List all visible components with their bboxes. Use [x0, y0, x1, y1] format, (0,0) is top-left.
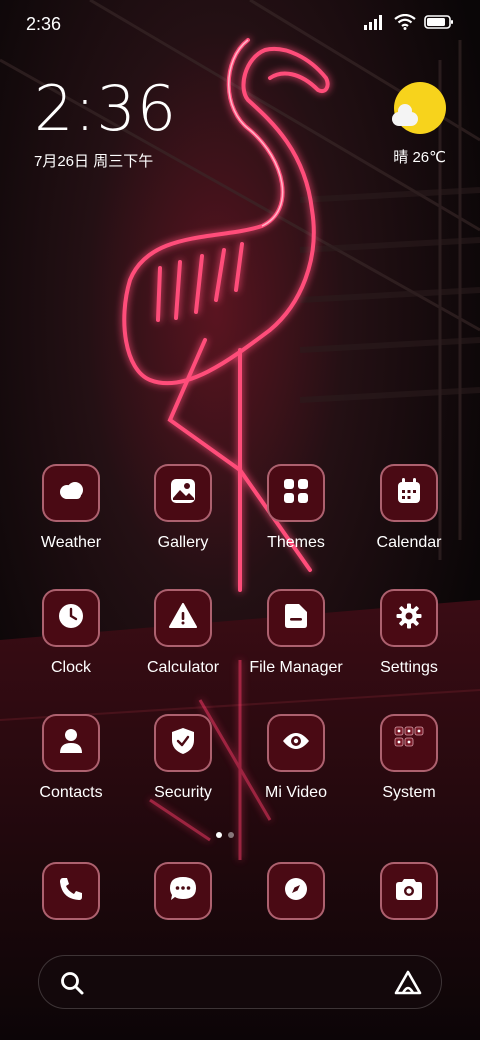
status-icons: [364, 13, 454, 35]
app-mi-video[interactable]: Mi Video: [240, 714, 352, 802]
app-tile[interactable]: [267, 862, 325, 920]
app-tile[interactable]: [380, 862, 438, 920]
page-dot[interactable]: [228, 832, 234, 838]
person-icon: [59, 728, 83, 759]
app-weather[interactable]: Weather: [15, 464, 127, 552]
app-tile[interactable]: [42, 464, 100, 522]
search-icon[interactable]: [59, 970, 85, 1001]
app-system-folder[interactable]: System: [353, 714, 465, 802]
page-indicator[interactable]: [216, 832, 234, 838]
app-tile[interactable]: [42, 714, 100, 772]
search-bar[interactable]: [38, 955, 442, 1009]
cloud-icon: [392, 104, 418, 126]
cloud-icon: [57, 481, 85, 506]
folder-grid-icon: [394, 726, 424, 761]
app-label: Mi Video: [265, 784, 327, 801]
app-tile[interactable]: [42, 589, 100, 647]
image-icon: [170, 478, 196, 509]
clock-date: 7月26日 周三下午: [34, 153, 154, 170]
app-tile[interactable]: [380, 589, 438, 647]
app-calendar[interactable]: Calendar: [353, 464, 465, 552]
message-icon: [169, 876, 197, 907]
wifi-icon: [394, 13, 416, 35]
calendar-icon: [397, 477, 421, 509]
dock-camera[interactable]: [353, 862, 465, 920]
app-label: Weather: [40, 534, 102, 551]
clock-widget[interactable]: 2:36 7月26日 周三下午: [34, 78, 177, 171]
app-label: Calculator: [146, 659, 220, 676]
eye-icon: [282, 731, 310, 756]
app-tile[interactable]: [267, 714, 325, 772]
app-tile[interactable]: [42, 862, 100, 920]
compass-icon: [283, 876, 309, 907]
dock-messages[interactable]: [127, 862, 239, 920]
phone-icon: [58, 876, 84, 907]
app-tile[interactable]: [154, 464, 212, 522]
app-themes[interactable]: Themes: [240, 464, 352, 552]
status-bar: 2:36: [0, 0, 480, 48]
weather-widget[interactable]: 晴 26℃: [376, 82, 446, 172]
app-tile[interactable]: [267, 464, 325, 522]
camera-icon: [395, 877, 423, 906]
shield-check-icon: [171, 727, 195, 760]
clock-time: 2:36: [34, 72, 178, 145]
battery-icon: [424, 14, 454, 35]
app-tile[interactable]: [154, 714, 212, 772]
app-label: Calendar: [376, 534, 442, 551]
app-settings[interactable]: Settings: [353, 589, 465, 677]
signal-icon: [364, 14, 386, 35]
status-time: 2:36: [26, 14, 62, 34]
app-label: Clock: [50, 659, 91, 676]
app-label: Settings: [380, 659, 438, 676]
app-tile[interactable]: [380, 464, 438, 522]
app-label: Security: [154, 784, 212, 801]
app-label: System: [382, 784, 436, 801]
dock-browser[interactable]: [240, 862, 352, 920]
app-label: Contacts: [39, 784, 103, 801]
app-calculator[interactable]: Calculator: [127, 589, 239, 677]
app-label: Themes: [267, 534, 325, 551]
folder-icon: [284, 603, 308, 634]
app-label: File Manager: [249, 659, 343, 676]
app-security[interactable]: Security: [127, 714, 239, 802]
dock: [0, 862, 480, 926]
page-dot-active[interactable]: [216, 832, 222, 838]
warning-triangle-icon: [169, 602, 197, 634]
gear-icon: [396, 603, 422, 634]
app-contacts[interactable]: Contacts: [15, 714, 127, 802]
clock-icon: [58, 603, 84, 634]
grid-icon: [283, 478, 309, 509]
dock-phone[interactable]: [15, 862, 127, 920]
app-file-manager[interactable]: File Manager: [240, 589, 352, 677]
app-tile[interactable]: [154, 862, 212, 920]
app-tile[interactable]: [380, 714, 438, 772]
app-label: Gallery: [157, 534, 209, 551]
weather-text: 晴 26℃: [393, 149, 446, 166]
assistant-icon[interactable]: [393, 969, 423, 1002]
app-tile[interactable]: [267, 589, 325, 647]
app-tile[interactable]: [154, 589, 212, 647]
app-clock[interactable]: Clock: [15, 589, 127, 677]
app-gallery[interactable]: Gallery: [127, 464, 239, 552]
